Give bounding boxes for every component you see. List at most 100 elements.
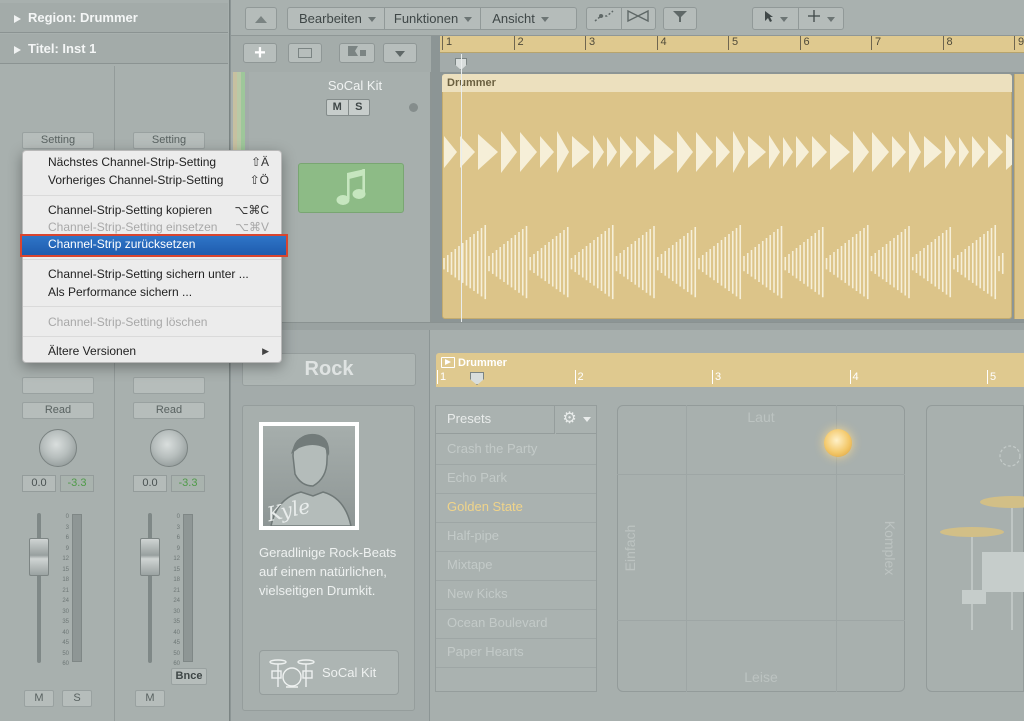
menu-item[interactable]: Channel-Strip-Setting sichern unter ... xyxy=(22,266,282,283)
xy-right-label: Komplex xyxy=(882,520,898,576)
preset-item[interactable]: Crash the Party xyxy=(447,441,537,456)
area-divider[interactable] xyxy=(231,322,1024,330)
highlight-callout xyxy=(20,234,288,257)
secondary-tool[interactable] xyxy=(799,8,843,29)
mute-button[interactable]: M xyxy=(24,690,54,707)
drummer-avatar[interactable]: Kyle xyxy=(259,422,359,530)
menu-item[interactable]: Nächstes Channel-Strip-Setting ⇧Ä xyxy=(22,154,282,171)
transient-mark xyxy=(945,135,956,169)
meter-scale-tick: 0 xyxy=(176,514,180,520)
collapse-button[interactable] xyxy=(383,43,417,63)
meter-scale: 0 3 6 9 12 15 18 21 24 30 35 40 45 50 60 xyxy=(55,512,69,670)
transient-mark xyxy=(769,135,780,169)
preset-item[interactable]: Paper Hearts xyxy=(447,644,524,659)
record-enable-dot[interactable] xyxy=(409,103,418,112)
add-track-button[interactable]: + xyxy=(243,43,277,63)
tool-group xyxy=(752,7,844,30)
transient-mark xyxy=(501,131,517,173)
drum-waveform xyxy=(443,131,1012,300)
chevron-down-icon xyxy=(779,17,788,23)
volume-fader-2[interactable] xyxy=(140,538,160,576)
catch-button[interactable] xyxy=(587,8,621,29)
pointer-tool[interactable] xyxy=(753,8,798,29)
menu-item-label: Ältere Versionen xyxy=(48,344,137,358)
next-region[interactable] xyxy=(1014,74,1024,319)
xy-pad[interactable] xyxy=(617,405,905,692)
insert-slot[interactable] xyxy=(22,377,94,394)
preset-item[interactable]: Echo Park xyxy=(447,470,507,485)
menu-separator xyxy=(23,336,281,337)
preset-item[interactable]: Mixtape xyxy=(447,557,493,572)
preset-item[interactable]: Ocean Boulevard xyxy=(447,615,547,630)
mute-button-2[interactable]: M xyxy=(135,690,165,707)
up-arrow-icon xyxy=(255,16,267,24)
drum-kit-illustration[interactable] xyxy=(932,440,1024,640)
volume-fader[interactable] xyxy=(29,538,49,576)
setting-button-2[interactable]: Setting xyxy=(133,132,205,149)
region-play-icon[interactable] xyxy=(441,357,455,368)
meter-scale-tick: 45 xyxy=(62,640,69,646)
meter-scale-tick: 30 xyxy=(62,608,69,615)
edit-menu[interactable]: Bearbeiten xyxy=(288,8,384,29)
menu-separator xyxy=(23,195,281,196)
menu-item[interactable]: Als Performance sichern ... xyxy=(22,284,282,301)
menu-separator xyxy=(23,306,281,307)
gear-icon: ⚙ xyxy=(562,410,577,427)
ruler-bar-number: 8 xyxy=(942,36,953,50)
track-solo-button[interactable]: S xyxy=(349,100,370,115)
ruler-bar-number: 2 xyxy=(513,36,524,50)
track-icon[interactable] xyxy=(298,163,404,213)
region-disclosure[interactable]: Region: Drummer xyxy=(0,3,228,33)
transient-mark xyxy=(696,132,713,172)
edit-menu-label: Bearbeiten xyxy=(299,11,362,26)
meter-scale-tick: 9 xyxy=(176,545,180,552)
solo-button[interactable]: S xyxy=(62,690,92,707)
meter-scale-tick: 3 xyxy=(176,524,180,531)
title-disclosure[interactable]: Titel: Inst 1 xyxy=(0,34,228,64)
track-filter-button[interactable] xyxy=(339,43,375,63)
link-button[interactable] xyxy=(622,8,655,29)
track-mute-button[interactable]: M xyxy=(327,100,349,115)
editor-ruler-number: 2 xyxy=(574,370,584,384)
xy-puck[interactable] xyxy=(824,429,852,457)
editor-ruler[interactable] xyxy=(436,353,1024,387)
automation-read-button[interactable]: Read xyxy=(22,402,94,419)
preset-item[interactable]: New Kicks xyxy=(447,586,508,601)
functions-menu[interactable]: Funktionen xyxy=(385,8,480,29)
meter-scale-tick: 50 xyxy=(173,650,180,657)
submenu-arrow-icon: ▶ xyxy=(262,346,269,356)
menu-shortcut: ⌥⌘C xyxy=(234,203,270,217)
kit-button[interactable]: SoCal Kit xyxy=(259,650,399,695)
preset-separator xyxy=(436,551,596,552)
setting-button[interactable]: Setting xyxy=(22,132,94,149)
editor-ruler-number: 5 xyxy=(987,370,996,384)
editor-ruler-number: 1 xyxy=(437,370,446,384)
flex-pitch-button[interactable] xyxy=(663,7,697,30)
preset-item[interactable]: Half-pipe xyxy=(447,528,499,543)
bowtie-icon xyxy=(627,9,650,23)
pan-knob[interactable] xyxy=(39,429,77,467)
menu-item[interactable]: Channel-Strip-Setting kopieren ⌥⌘C xyxy=(22,202,282,219)
menu-item[interactable]: Ältere Versionen ▶ xyxy=(22,343,282,360)
up-arrow-button[interactable] xyxy=(245,7,277,30)
transient-mark xyxy=(557,131,569,173)
menu-item-label: Channel-Strip-Setting kopieren xyxy=(48,203,213,217)
bounce-button[interactable]: Bnce xyxy=(171,668,207,685)
new-folder-button[interactable] xyxy=(288,43,322,63)
kit-label: SoCal Kit xyxy=(322,665,377,680)
presets-action-button[interactable]: ⚙ xyxy=(556,405,597,434)
automation-read-button-2[interactable]: Read xyxy=(133,402,205,419)
transient-mark xyxy=(1006,134,1012,170)
meter-scale-tick: 9 xyxy=(65,545,69,552)
meter-scale-tick: 3 xyxy=(65,524,69,531)
preset-item[interactable]: Golden State xyxy=(447,499,523,514)
ruler-bar-number: 9 xyxy=(1014,36,1024,50)
view-menu[interactable]: Ansicht xyxy=(481,8,557,29)
insert-slot-2[interactable] xyxy=(133,377,205,394)
menu-shortcut: ⇧Ä xyxy=(250,155,269,169)
transient-mark xyxy=(733,131,745,173)
pan-knob-2[interactable] xyxy=(150,429,188,467)
transient-mark xyxy=(909,131,921,173)
drummer-description: Geradlinige Rock-Beats auf einem natürli… xyxy=(259,545,397,598)
menu-item[interactable]: Vorheriges Channel-Strip-Setting ⇧Ö xyxy=(22,172,282,189)
